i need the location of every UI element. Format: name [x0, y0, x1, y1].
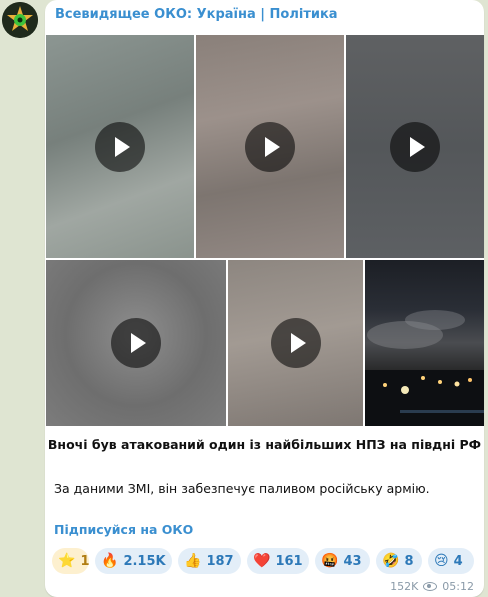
post-body: За даними ЗМІ, він забезпечує паливом ро…	[54, 481, 430, 496]
star-icon: ⭐	[58, 553, 76, 569]
video-thumbnail[interactable]	[228, 260, 363, 426]
night-city-photo	[365, 310, 484, 426]
message-time: 05:12	[442, 580, 474, 593]
post-headline: Вночі був атакований один із найбільших …	[47, 437, 482, 452]
photo-thumbnail[interactable]	[365, 260, 484, 426]
reaction-count: 2.15K	[123, 553, 166, 569]
eye-logo-icon	[2, 2, 38, 38]
channel-name[interactable]: Всевидящее ОКО: Україна | Політика	[55, 7, 338, 22]
laughing-face-icon: 🤣	[382, 553, 400, 569]
channel-avatar[interactable]	[2, 2, 38, 38]
heart-icon: ❤️	[253, 553, 271, 569]
fire-icon: 🔥	[101, 553, 119, 569]
video-thumbnail[interactable]	[196, 35, 344, 258]
reaction-count: 8	[404, 553, 414, 569]
reaction-laughing[interactable]: 🤣 8	[376, 548, 422, 574]
play-icon[interactable]	[270, 318, 321, 368]
reaction-crying[interactable]: 😢 4	[428, 548, 474, 574]
video-thumbnail[interactable]	[346, 35, 484, 258]
views-count: 152K	[390, 580, 419, 593]
reaction-count: 161	[275, 553, 303, 569]
video-thumbnail[interactable]	[46, 260, 226, 426]
message-meta: 152K 05:12	[390, 580, 474, 593]
thumbs-up-icon: 👍	[184, 553, 202, 569]
play-icon[interactable]	[95, 121, 145, 172]
reaction-heart[interactable]: ❤️ 161	[247, 548, 309, 574]
crying-face-icon: 😢	[434, 553, 449, 569]
angry-face-icon: 🤬	[321, 553, 339, 569]
play-icon[interactable]	[111, 318, 161, 368]
reaction-star[interactable]: ⭐ 1	[52, 548, 89, 574]
reaction-count: 4	[453, 553, 463, 569]
play-icon[interactable]	[245, 121, 295, 172]
video-thumbnail[interactable]	[46, 35, 194, 258]
message-bubble: Всевидящее ОКО: Україна | Політика Вночі…	[45, 0, 484, 597]
reaction-count: 1	[80, 553, 90, 569]
reaction-angry[interactable]: 🤬 43	[315, 548, 370, 574]
reaction-count: 43	[343, 553, 362, 569]
play-icon[interactable]	[390, 121, 440, 172]
reaction-count: 187	[206, 553, 234, 569]
eye-icon	[423, 582, 438, 591]
reaction-thumbs-up[interactable]: 👍 187	[178, 548, 241, 574]
subscribe-link[interactable]: Підписуйся на ОКО	[54, 522, 193, 537]
reaction-fire[interactable]: 🔥 2.15K	[95, 548, 172, 574]
